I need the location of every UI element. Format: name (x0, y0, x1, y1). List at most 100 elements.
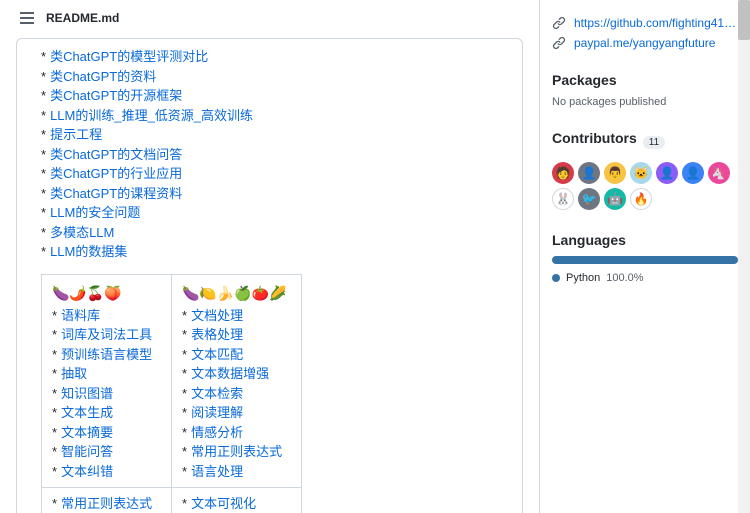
category-list: 文档处理表格处理文本匹配文本数据增强文本检索阅读理解情感分析常用正则表达式语言处… (182, 306, 291, 482)
contributors-heading[interactable]: Contributors (552, 130, 637, 146)
category-item: 文本纠错 (52, 462, 161, 482)
toc-item: LLM的安全问题 (41, 203, 506, 223)
category-item-link[interactable]: 文本摘要 (61, 425, 113, 440)
toc-item-link[interactable]: LLM的数据集 (50, 244, 127, 259)
toc-item-link[interactable]: 类ChatGPT的资料 (50, 69, 156, 84)
avatar[interactable]: 🦄 (708, 162, 730, 184)
toc-item: LLM的数据集 (41, 242, 506, 262)
toc-item: 类ChatGPT的资料 (41, 67, 506, 87)
toc-item: 类ChatGPT的模型评测对比 (41, 47, 506, 67)
readme-body: 类ChatGPT的模型评测对比类ChatGPT的资料类ChatGPT的开源框架 L… (16, 38, 523, 513)
languages-section: Languages Python 100.0% (552, 232, 738, 284)
toc-item-link[interactable]: LLM的训练_推理_低资源_高效训练 (50, 108, 253, 123)
avatar[interactable]: 🧑 (552, 162, 574, 184)
packages-section: Packages No packages published (552, 72, 738, 108)
category-item: 文本数据增强 (182, 364, 291, 384)
category-item-link[interactable]: 文本生成 (61, 405, 113, 420)
category-item: 文本生成 (52, 403, 161, 423)
category-item-link[interactable]: 文本检索 (191, 386, 243, 401)
toc-item-link[interactable]: 类ChatGPT的行业应用 (50, 166, 182, 181)
toc-toggle-icon[interactable] (16, 8, 38, 28)
link-icon (552, 16, 566, 30)
emoji-row-right-1: 🍆🍋🍌🍏🍅🌽 (182, 281, 291, 306)
category-item-link[interactable]: 文档处理 (191, 308, 243, 323)
category-item: 语料库 (52, 306, 161, 326)
packages-heading[interactable]: Packages (552, 72, 738, 88)
language-name: Python (566, 272, 600, 284)
toc-item-link[interactable]: 类ChatGPT的课程资料 (50, 186, 182, 201)
toc-item-link[interactable]: 提示工程 (50, 127, 102, 142)
category-item-link[interactable]: 文本匹配 (191, 347, 243, 362)
category-item-link[interactable]: 情感分析 (191, 425, 243, 440)
category-list: 语料库词库及词法工具预训练语言模型抽取知识图谱文本生成文本摘要智能问答文本纠错 (52, 306, 161, 482)
readme-title: README.md (46, 11, 119, 25)
avatar-grid: 🧑👤👨🐱👤👤🦄🐰🐦🤖🔥 (552, 162, 738, 210)
category-item: 文本可视化 (182, 494, 291, 513)
category-item: 预训练语言模型 (52, 345, 161, 365)
toc-item-link[interactable]: 类ChatGPT的文档问答 (50, 147, 182, 162)
category-item: 文本匹配 (182, 345, 291, 365)
category-item-link[interactable]: 阅读理解 (191, 405, 243, 420)
toc-item-link[interactable]: 类ChatGPT的开源框架 (50, 88, 182, 103)
category-item: 文本摘要 (52, 423, 161, 443)
category-item-link[interactable]: 智能问答 (61, 444, 113, 459)
language-item[interactable]: Python 100.0% (552, 272, 738, 284)
category-item: 常用正则表达式 (182, 442, 291, 462)
language-dot (552, 274, 560, 282)
category-item-link[interactable]: 词库及词法工具 (61, 327, 152, 342)
toc-item-link[interactable]: 类ChatGPT的模型评测对比 (50, 49, 208, 64)
toc-item-link[interactable]: 多模态LLM (50, 225, 114, 240)
toc-item: 类ChatGPT的文档问答 (41, 145, 506, 165)
sidebar-link[interactable]: paypal.me/yangyangfuture (574, 36, 715, 50)
category-item: 情感分析 (182, 423, 291, 443)
page-scrollbar-thumb[interactable] (738, 0, 750, 40)
category-item: 阅读理解 (182, 403, 291, 423)
category-item-link[interactable]: 文本纠错 (61, 464, 113, 479)
category-item-link[interactable]: 语言处理 (191, 464, 243, 479)
avatar[interactable]: 👤 (682, 162, 704, 184)
category-item: 智能问答 (52, 442, 161, 462)
avatar[interactable]: 🐰 (552, 188, 574, 210)
repo-sidebar: https://github.com/fighting41love/fun...… (540, 0, 750, 513)
avatar[interactable]: 👨 (604, 162, 626, 184)
emoji-row-left-1: 🍆🌶️🍒🍑 (52, 281, 161, 306)
sidebar-link[interactable]: https://github.com/fighting41love/fun... (574, 16, 738, 30)
toc-item-link[interactable]: LLM的安全问题 (50, 205, 140, 220)
contributors-count: 11 (643, 136, 665, 149)
category-item-link[interactable]: 预训练语言模型 (61, 347, 152, 362)
toc-list: 类ChatGPT的模型评测对比类ChatGPT的资料类ChatGPT的开源框架 L… (41, 47, 506, 262)
contributors-section: Contributors 11 🧑👤👨🐱👤👤🦄🐰🐦🤖🔥 (552, 130, 738, 210)
category-item: 词库及词法工具 (52, 325, 161, 345)
avatar[interactable]: 🔥 (630, 188, 652, 210)
languages-heading: Languages (552, 232, 738, 248)
avatar[interactable]: 🐦 (578, 188, 600, 210)
category-item-link[interactable]: 文本可视化 (191, 496, 256, 511)
category-item-link[interactable]: 常用正则表达式 (61, 496, 152, 511)
category-table: 🍆🌶️🍒🍑 语料库词库及词法工具预训练语言模型抽取知识图谱文本生成文本摘要智能问… (41, 274, 302, 513)
readme-header: README.md (16, 0, 523, 38)
toc-item: LLM的训练_推理_低资源_高效训练 (41, 106, 506, 126)
toc-item: 类ChatGPT的行业应用 (41, 164, 506, 184)
avatar[interactable]: 🐱 (630, 162, 652, 184)
category-item: 表格处理 (182, 325, 291, 345)
toc-item: 多模态LLM (41, 223, 506, 243)
category-item-link[interactable]: 抽取 (61, 366, 87, 381)
toc-item: 提示工程 (41, 125, 506, 145)
category-item-link[interactable]: 知识图谱 (61, 386, 113, 401)
category-item: 文档处理 (182, 306, 291, 326)
category-item-link[interactable]: 常用正则表达式 (191, 444, 282, 459)
category-item-link[interactable]: 文本数据增强 (191, 366, 269, 381)
category-item-link[interactable]: 表格处理 (191, 327, 243, 342)
readme-panel: README.md 类ChatGPT的模型评测对比类ChatGPT的资料类Cha… (0, 0, 540, 513)
avatar[interactable]: 👤 (578, 162, 600, 184)
toc-item: 类ChatGPT的开源框架 (41, 86, 506, 106)
language-bar (552, 256, 738, 264)
category-item: 文本检索 (182, 384, 291, 404)
avatar[interactable]: 🤖 (604, 188, 626, 210)
category-list: 文本可视化文本标注工具综合工具有趣搞笑工具课程报告面试等比赛金融NLP医疗NLP… (182, 494, 291, 513)
page-scrollbar[interactable] (738, 0, 750, 513)
avatar[interactable]: 👤 (656, 162, 678, 184)
category-list: 常用正则表达式事件抽取机器翻译数字转换指代消解文本聚类文本分类知识推理可解释NL… (52, 494, 161, 513)
category-item: 知识图谱 (52, 384, 161, 404)
category-item-link[interactable]: 语料库 (61, 308, 100, 323)
